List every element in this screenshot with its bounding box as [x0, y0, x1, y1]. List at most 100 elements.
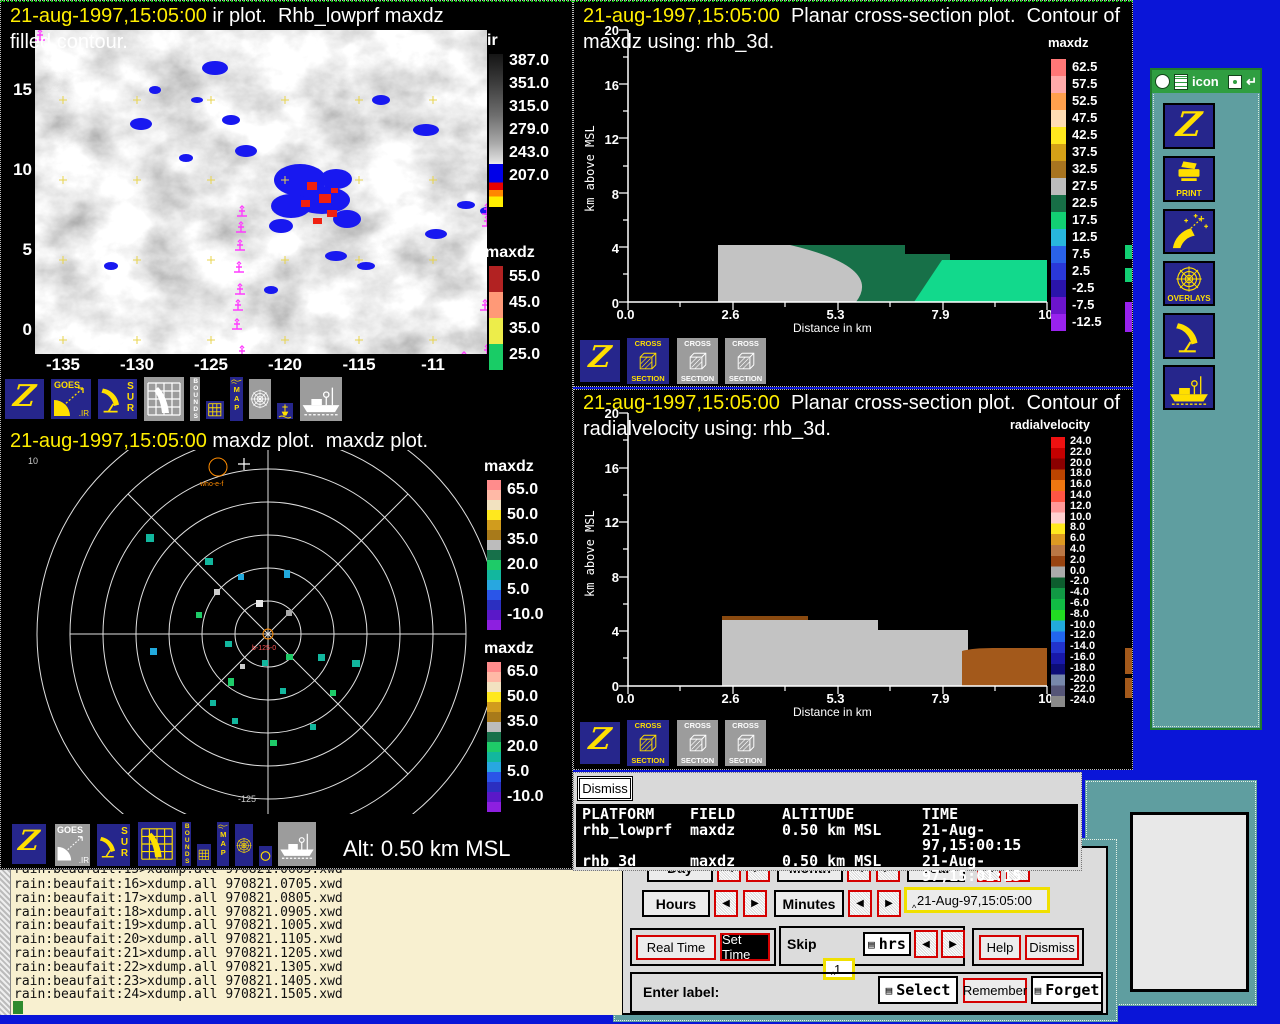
small-grid-button[interactable] [195, 842, 213, 868]
terminal-line: rain:beaufait:23>xdump.all 970821.1405.x… [14, 973, 343, 989]
goes-ir-button[interactable]: GOES .IR [53, 822, 92, 868]
zebra-menu-button[interactable]: Z [578, 720, 622, 766]
tick-label: 45.0 [509, 294, 541, 311]
tick-label: -130 [119, 355, 155, 374]
tick-label: 22.0 [1070, 445, 1092, 458]
hours-increment-button[interactable]: ▶ [743, 890, 767, 917]
skip-units-menu-button[interactable]: ▤ hrs [863, 932, 911, 956]
tick-label: 20.0 [507, 738, 539, 755]
circle-button[interactable] [257, 844, 274, 868]
terminal-line: rain:beaufait:18>xdump.all 970821.0905.x… [14, 904, 343, 920]
goes-ir-button[interactable]: GOES .IR [49, 377, 93, 421]
ir-colorbar-title: ir [487, 32, 498, 49]
minutes-increment-button[interactable]: ▶ [877, 890, 901, 917]
zebra-menu-button[interactable]: Z [10, 822, 48, 866]
zebra-main-button[interactable]: Z [1163, 103, 1215, 149]
forget-menu-button[interactable]: ▤ Forget [1031, 976, 1103, 1004]
dismiss-button[interactable]: Dismiss [1025, 935, 1079, 960]
skip-back-button[interactable]: ◀ [914, 930, 938, 958]
tick-label: 32.5 [1072, 161, 1098, 176]
satellite-ir-image[interactable] [35, 30, 487, 354]
remember-button[interactable]: Remember [963, 978, 1027, 1003]
radar-colorbar2 [487, 662, 501, 812]
restore-icon[interactable]: ↵ [1246, 74, 1257, 90]
xsec-colorbar-title: maxdz [1048, 35, 1089, 50]
cross-section-button-active[interactable]: CROSS SECTION [625, 718, 671, 768]
cross-section-button[interactable]: CROSS SECTION [723, 336, 768, 386]
sur-label: SUR [125, 381, 136, 414]
ship-button[interactable] [298, 375, 344, 423]
document-icon[interactable] [1174, 73, 1188, 90]
minutes-button[interactable]: Minutes [774, 890, 844, 917]
north-cross-marker [238, 458, 250, 470]
grid-radar-button[interactable] [142, 375, 186, 423]
terminal-scrollbar[interactable] [0, 870, 11, 1015]
satellite-button[interactable] [1163, 209, 1215, 254]
tick-label: 50.0 [507, 506, 539, 523]
cross-section-button[interactable]: CROSS SECTION [675, 718, 720, 768]
sur-radar-button[interactable]: SUR [96, 377, 139, 421]
bounds-button[interactable]: BOUNDS [180, 820, 193, 868]
iconify-button[interactable] [1228, 74, 1243, 89]
help-button[interactable]: Help [979, 935, 1021, 960]
hours-decrement-button[interactable]: ◀ [714, 890, 738, 917]
zebra-menu-button[interactable]: Z [578, 338, 622, 384]
cross-section-button[interactable]: CROSS SECTION [675, 336, 720, 386]
section-label: SECTION [680, 756, 715, 765]
hours-button[interactable]: Hours [642, 890, 710, 917]
window-menu-button[interactable] [1155, 74, 1170, 89]
cube-icon [733, 730, 759, 756]
tick-label: -10.0 [507, 606, 544, 623]
tick-label: -115 [342, 355, 376, 374]
map-button[interactable]: MAP [215, 820, 231, 868]
cross-section-button[interactable]: CROSS SECTION [723, 718, 768, 768]
icon-window-titlebar[interactable]: icon ↵ [1152, 70, 1260, 93]
bounds-button[interactable]: BOUNDS [188, 375, 202, 423]
tick-label: 7.5 [1072, 246, 1091, 261]
tick-label: -8.0 [1070, 607, 1089, 620]
xsec-maxdz-title: 21-aug-1997,15:05:00 Planar cross-sectio… [583, 5, 1120, 28]
real-time-button[interactable]: Real Time [636, 935, 716, 960]
zebra-icon: Z [587, 340, 613, 375]
small-grid-button[interactable] [204, 399, 226, 421]
maxdz-colorbar-title: maxdz [485, 244, 535, 261]
tick-label: 20 [604, 406, 619, 421]
overlays-label: OVERLAYS [1167, 294, 1211, 303]
overlay-rings-button[interactable] [233, 822, 255, 868]
cross-section-button-active[interactable]: CROSS SECTION [625, 336, 671, 386]
map-button[interactable]: MAP [228, 375, 245, 423]
tick-label: 16 [604, 460, 619, 476]
overlays-button[interactable]: OVERLAYS [1163, 261, 1215, 306]
right-arrow-icon: ▶ [885, 898, 893, 909]
tick-label: 12.0 [1070, 499, 1092, 512]
ship-button[interactable] [276, 820, 318, 868]
terminal-line: rain:beaufait:20>xdump.all 970821.1105.x… [14, 932, 343, 948]
radar-ppi-display[interactable]: who-e-f b-125-0 10 -125 [0, 450, 487, 814]
terminal-window[interactable]: rain:beaufait:15>xdump.all 970821.0605.x… [0, 869, 622, 1015]
radar-center-label: b-125-0 [252, 645, 276, 652]
ship-platform-button[interactable] [1163, 365, 1215, 410]
popup-dismiss-button[interactable]: Dismiss [577, 776, 633, 801]
radar-button[interactable] [1163, 313, 1215, 359]
grid-radar-button[interactable] [136, 820, 178, 868]
tick-label: 42.5 [1072, 127, 1098, 142]
tick-label: 387.0 [509, 52, 550, 69]
print-button[interactable]: PRINT [1163, 156, 1215, 202]
table-cell: 0.50 km MSL [782, 851, 882, 870]
tick-label: 17.5 [1072, 212, 1098, 227]
select-menu-button[interactable]: ▤ Select [878, 976, 958, 1004]
bottom-azimuth-label: -125 [238, 794, 256, 804]
sur-radar-button[interactable]: SUR [95, 822, 132, 868]
satellite-dish-icon [1170, 213, 1208, 251]
minutes-decrement-button[interactable]: ◀ [848, 890, 872, 917]
tick-label: 5.3 [826, 691, 845, 706]
skip-forward-button[interactable]: ▶ [941, 930, 965, 958]
overlay-rings-button[interactable] [247, 377, 273, 421]
time-input[interactable]: 21-Aug-97,15:05:00 ^ [904, 887, 1050, 913]
tick-label: 207.0 [509, 167, 550, 184]
buoy-button[interactable] [275, 401, 295, 421]
field-info-popup: Dismiss PLATFORM FIELD ALTITUDE TIME rhb… [573, 772, 1082, 884]
set-time-button[interactable]: Set Time [720, 932, 770, 962]
y-axis-label: km above MSL [583, 125, 597, 212]
table-cell: 21-Aug-97,15:00:15 [922, 820, 1022, 854]
